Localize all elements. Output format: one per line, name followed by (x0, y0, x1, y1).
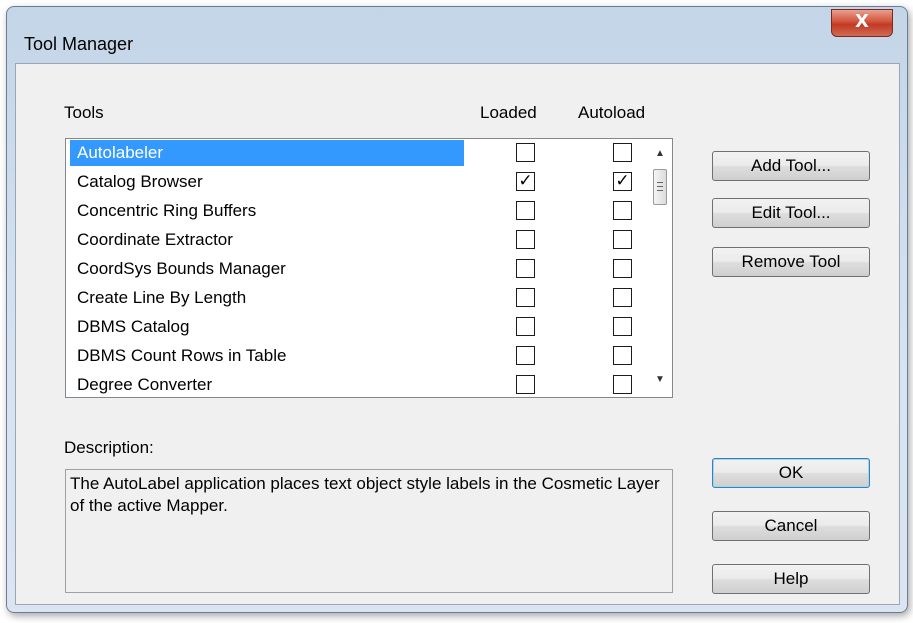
edit-tool-button[interactable]: Edit Tool... (712, 198, 870, 228)
tool-name: Coordinate Extractor (77, 230, 233, 249)
cancel-button[interactable]: Cancel (712, 511, 870, 541)
list-item[interactable]: Degree Converter (66, 371, 646, 397)
list-item[interactable]: DBMS Catalog (66, 313, 646, 342)
autoload-checkbox[interactable] (613, 259, 632, 278)
tool-name: Catalog Browser (77, 172, 203, 191)
close-icon: X (855, 11, 869, 32)
list-item[interactable]: Autolabeler (66, 139, 646, 168)
tool-name: DBMS Catalog (77, 317, 190, 336)
list-item[interactable]: Catalog Browser ✓ ✓ (66, 168, 646, 197)
tool-name: Concentric Ring Buffers (77, 201, 257, 220)
scroll-thumb[interactable] (653, 169, 667, 205)
loaded-column-header: Loaded (480, 103, 537, 122)
autoload-checkbox[interactable] (613, 346, 632, 365)
list-item[interactable]: Coordinate Extractor (66, 226, 646, 255)
loaded-checkbox[interactable] (516, 143, 535, 162)
autoload-checkbox[interactable] (613, 288, 632, 307)
loaded-checkbox[interactable] (516, 230, 535, 249)
loaded-checkbox[interactable] (516, 201, 535, 220)
loaded-checkbox[interactable] (516, 375, 535, 394)
tool-name: Degree Converter (77, 375, 213, 394)
loaded-checkbox[interactable] (516, 317, 535, 336)
autoload-checkbox[interactable] (613, 201, 632, 220)
dialog-client-area: Tools Loaded Autoload Autolabeler Catalog… (15, 63, 900, 605)
check-icon: ✓ (615, 171, 630, 191)
help-button[interactable]: Help (712, 564, 870, 594)
scroll-down-icon[interactable]: ▼ (648, 371, 672, 389)
loaded-checkbox[interactable] (516, 259, 535, 278)
check-icon: ✓ (518, 171, 533, 191)
tool-manager-window: Tool Manager X Tools Loaded Autoload Aut… (6, 6, 908, 613)
loaded-checkbox[interactable] (516, 346, 535, 365)
tools-list-scrollbar[interactable]: ▲ ▼ (648, 139, 672, 397)
list-item[interactable]: Concentric Ring Buffers (66, 197, 646, 226)
window-title: Tool Manager (24, 34, 134, 54)
tool-name: DBMS Count Rows in Table (77, 346, 287, 365)
description-text: The AutoLabel application places text ob… (65, 469, 673, 593)
tools-column-header: Tools (64, 103, 104, 122)
autoload-checkbox[interactable] (613, 230, 632, 249)
autoload-checkbox[interactable]: ✓ (613, 172, 632, 191)
description-label: Description: (64, 438, 154, 457)
tools-list[interactable]: Autolabeler Catalog Browser ✓ ✓ Concentric R… (65, 138, 673, 398)
tool-name: Create Line By Length (77, 288, 247, 307)
autoload-checkbox[interactable] (613, 143, 632, 162)
autoload-checkbox[interactable] (613, 317, 632, 336)
list-item[interactable]: CoordSys Bounds Manager (66, 255, 646, 284)
loaded-checkbox[interactable] (516, 288, 535, 307)
tool-name: Autolabeler (70, 140, 464, 166)
autoload-column-header: Autoload (578, 103, 646, 122)
add-tool-button[interactable]: Add Tool... (712, 151, 870, 181)
list-item[interactable]: DBMS Count Rows in Table (66, 342, 646, 371)
close-button[interactable]: X (831, 9, 893, 37)
scroll-up-icon[interactable]: ▲ (648, 145, 672, 163)
autoload-checkbox[interactable] (613, 375, 632, 394)
title-bar[interactable]: Tool Manager X (7, 7, 907, 59)
remove-tool-button[interactable]: Remove Tool (712, 247, 870, 277)
ok-button[interactable]: OK (712, 458, 870, 488)
list-item[interactable]: Create Line By Length (66, 284, 646, 313)
tool-name: CoordSys Bounds Manager (77, 259, 286, 278)
loaded-checkbox[interactable]: ✓ (516, 172, 535, 191)
